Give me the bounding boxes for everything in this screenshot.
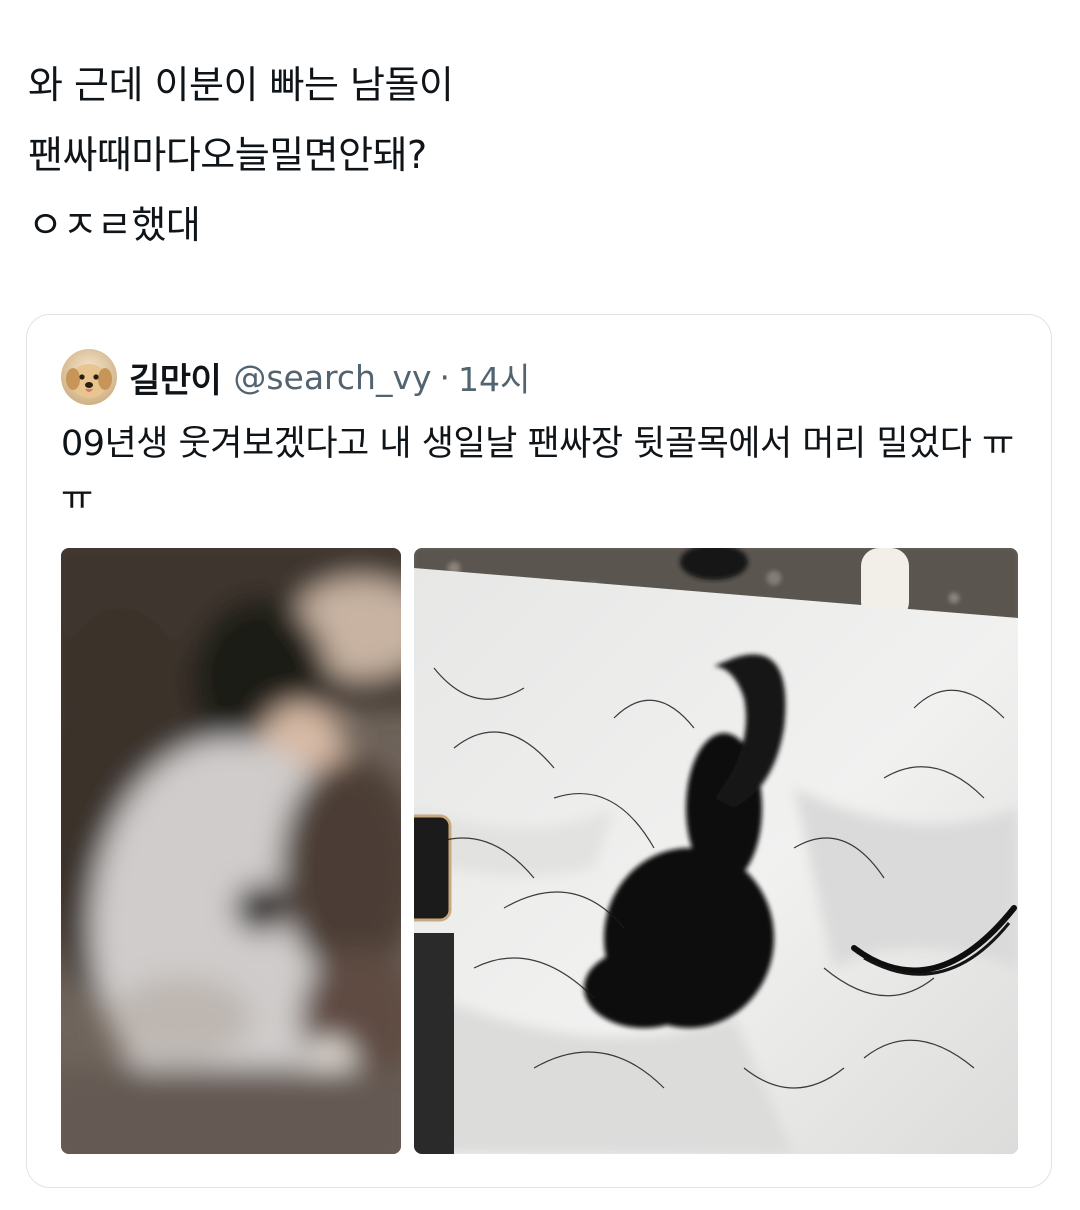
- tweet-line-1: 와 근데 이분이 빠는 남돌이: [28, 63, 454, 107]
- quoted-timestamp[interactable]: 14시: [458, 353, 530, 401]
- quoted-display-name[interactable]: 길만이: [129, 353, 222, 402]
- tweet-line-2: 팬싸때마다오늘밀면안돼?: [28, 133, 427, 177]
- quoted-tweet-card[interactable]: 길만이 @search_vy · 14시 09년생 웃겨보겠다고 내 생일날 팬…: [26, 314, 1052, 1188]
- separator-dot: ·: [439, 357, 451, 397]
- quoted-handle[interactable]: @search_vy: [233, 358, 431, 397]
- tweet-line-3: ㅇㅈㄹ했대: [28, 203, 201, 247]
- quoted-tweet-header: 길만이 @search_vy · 14시: [61, 349, 530, 405]
- tweet-text: 와 근데 이분이 빠는 남돌이 팬싸때마다오늘밀면안돼? ㅇㅈㄹ했대: [28, 50, 1028, 260]
- media-photo-blurred-person[interactable]: [61, 548, 401, 1154]
- media-photo-cut-hair[interactable]: [414, 548, 1018, 1154]
- puppy-avatar-icon[interactable]: [61, 349, 117, 405]
- quoted-tweet-text: 09년생 웃겨보겠다고 내 생일날 팬싸장 뒷골목에서 머리 밀었다 ㅠㅠ: [61, 424, 1014, 519]
